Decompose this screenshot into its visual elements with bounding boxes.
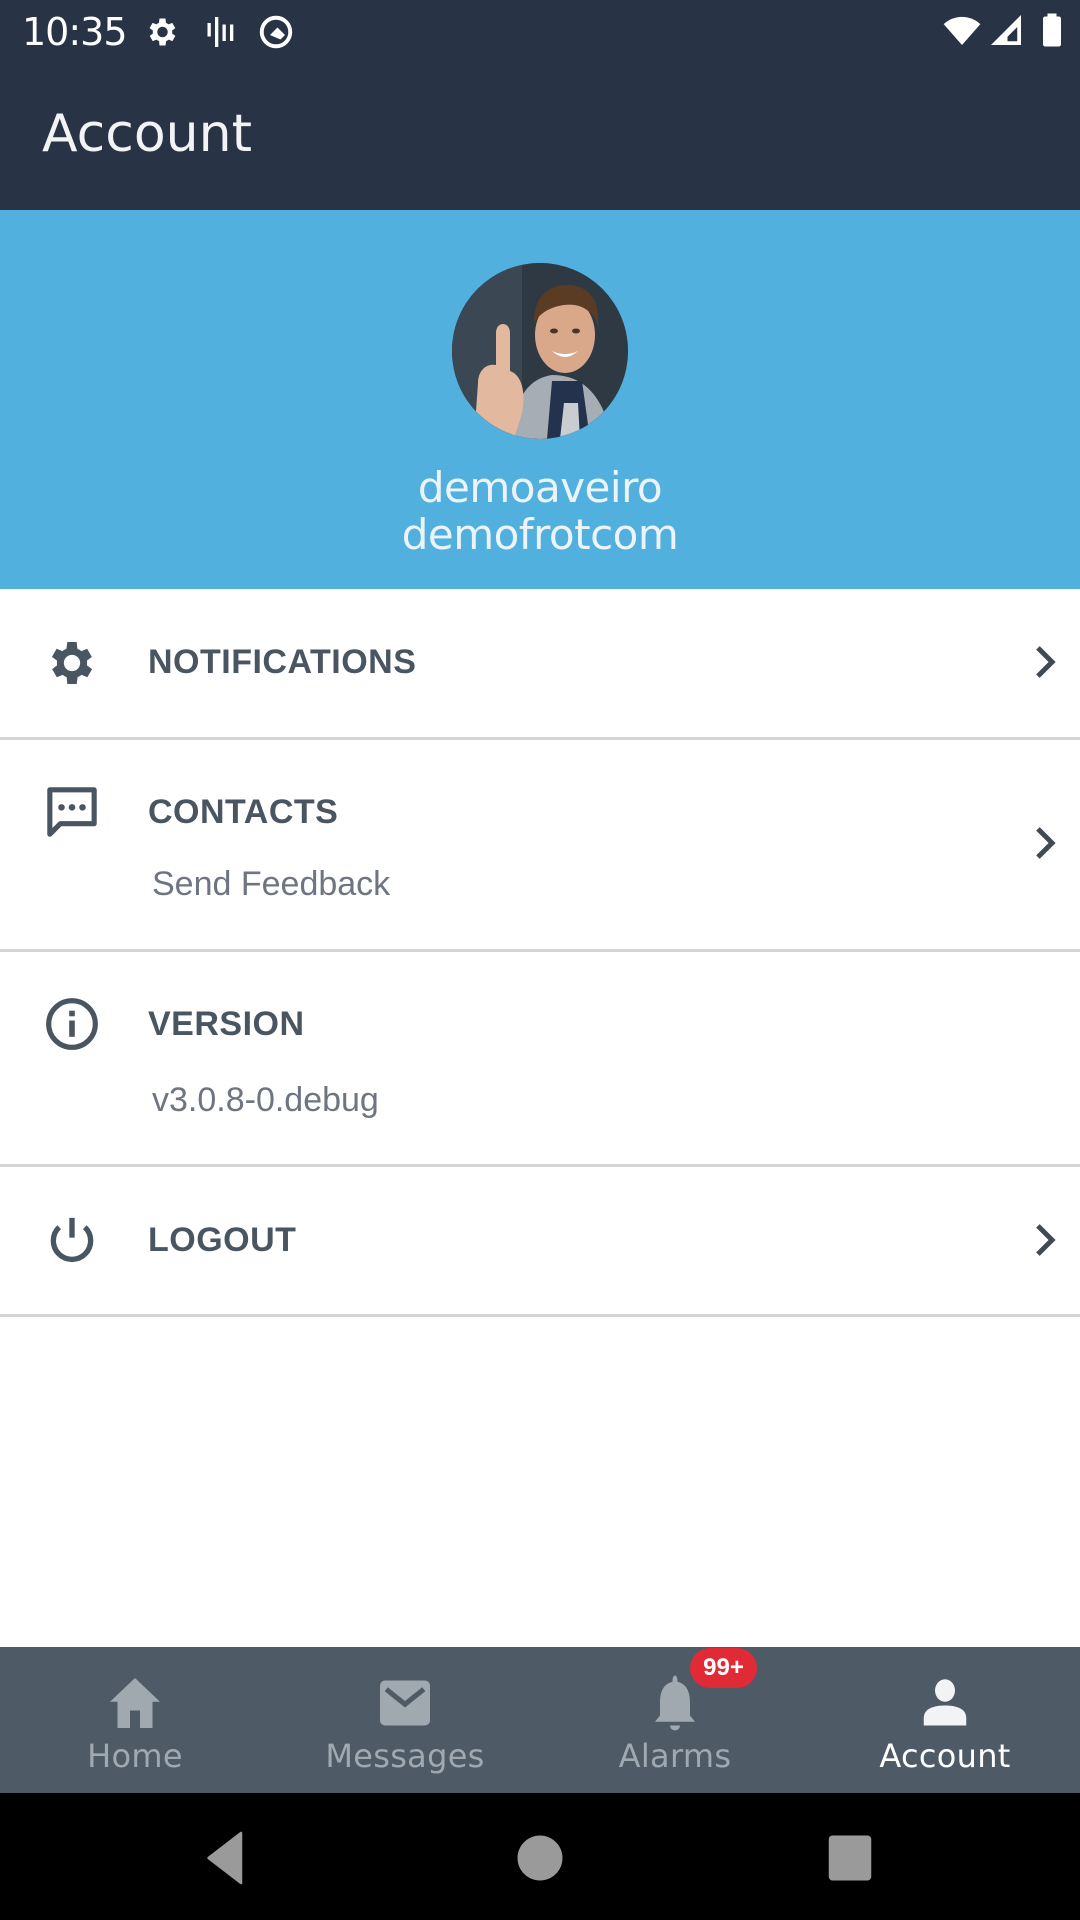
chevron-right-icon — [1036, 827, 1056, 859]
envelope-icon — [380, 1680, 430, 1726]
nav-label: Home — [87, 1737, 183, 1775]
cell-signal-icon — [991, 15, 1021, 45]
status-bar: 10:35 — [0, 0, 1080, 66]
alarms-count-badge: 99+ — [690, 1648, 757, 1688]
status-time: 10:35 — [22, 10, 128, 54]
profile-company: demofrotcom — [401, 510, 679, 559]
wifi-icon — [943, 16, 981, 45]
menu-title: LOGOUT — [148, 1221, 297, 1259]
profile-username: demoaveiro — [417, 463, 663, 512]
power-icon — [50, 1217, 94, 1262]
info-icon — [46, 998, 98, 1050]
settings-icon — [149, 18, 176, 46]
gear-icon — [51, 642, 93, 684]
chat-bubble-icon — [47, 787, 97, 837]
nav-tab-messages[interactable]: Messages — [270, 1647, 540, 1793]
home-circle-icon[interactable] — [510, 1828, 570, 1888]
chevron-right-icon — [1036, 1224, 1056, 1256]
menu-item-logout[interactable]: LOGOUT — [0, 1167, 1080, 1317]
page-title: Account — [42, 104, 252, 164]
home-icon — [110, 1678, 160, 1728]
user-photo — [452, 263, 628, 439]
back-icon[interactable] — [196, 1828, 256, 1888]
menu-title: NOTIFICATIONS — [148, 643, 417, 681]
q-logo-icon — [259, 15, 293, 49]
menu-item-notifications[interactable]: NOTIFICATIONS — [0, 589, 1080, 740]
nav-label: Messages — [325, 1737, 485, 1775]
battery-icon — [1043, 13, 1061, 47]
nav-label: Account — [879, 1737, 1011, 1775]
version-value: v3.0.8-0.debug — [152, 1081, 379, 1119]
menu-subtitle: Send Feedback — [152, 865, 391, 903]
menu-item-version: VERSION v3.0.8-0.debug — [0, 952, 1080, 1167]
signal-bars-icon — [207, 17, 234, 47]
recents-icon[interactable] — [820, 1828, 880, 1888]
app-bar: Account — [0, 66, 1080, 210]
person-icon — [923, 1679, 967, 1726]
system-nav-bar — [0, 1793, 1080, 1920]
avatar — [452, 263, 628, 439]
nav-tab-account[interactable]: Account — [810, 1647, 1080, 1793]
nav-label: Alarms — [618, 1737, 732, 1775]
menu-title: VERSION — [148, 1005, 305, 1043]
bottom-nav: Home Messages Alarms Account — [0, 1647, 1080, 1793]
menu-title: CONTACTS — [148, 793, 339, 831]
profile-header: demoaveiro demofrotcom — [0, 210, 1080, 589]
nav-tab-alarms[interactable]: Alarms — [540, 1647, 810, 1793]
chevron-right-icon — [1036, 646, 1056, 678]
menu-item-contacts[interactable]: CONTACTS Send Feedback — [0, 740, 1080, 952]
nav-tab-home[interactable]: Home — [0, 1647, 270, 1793]
